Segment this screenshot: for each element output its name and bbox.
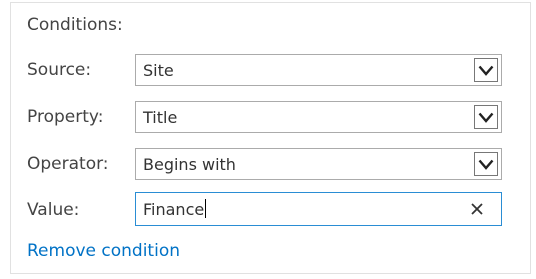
property-dropdown[interactable]: Title: [135, 101, 502, 133]
chevron-down-icon[interactable]: [474, 105, 498, 129]
chevron-down-icon[interactable]: [474, 58, 498, 82]
conditions-panel: Conditions: Source: Site Property: Title…: [10, 2, 531, 274]
operator-label: Operator:: [27, 154, 109, 174]
operator-dropdown[interactable]: Begins with: [135, 148, 502, 180]
source-selected-value: Site: [143, 61, 174, 80]
operator-selected-value: Begins with: [143, 155, 236, 174]
remove-condition-link[interactable]: Remove condition: [27, 241, 180, 261]
value-label: Value:: [27, 200, 80, 220]
property-selected-value: Title: [143, 108, 178, 127]
conditions-heading: Conditions:: [27, 15, 123, 35]
source-dropdown[interactable]: Site: [135, 54, 502, 86]
source-label: Source:: [27, 60, 92, 80]
value-input-content: Finance: [143, 200, 205, 219]
value-input[interactable]: Finance: [135, 192, 502, 226]
chevron-down-icon[interactable]: [474, 152, 498, 176]
value-input-text: Finance: [143, 199, 207, 219]
close-icon[interactable]: [469, 200, 485, 218]
text-caret: [205, 199, 207, 218]
property-label: Property:: [27, 107, 104, 127]
